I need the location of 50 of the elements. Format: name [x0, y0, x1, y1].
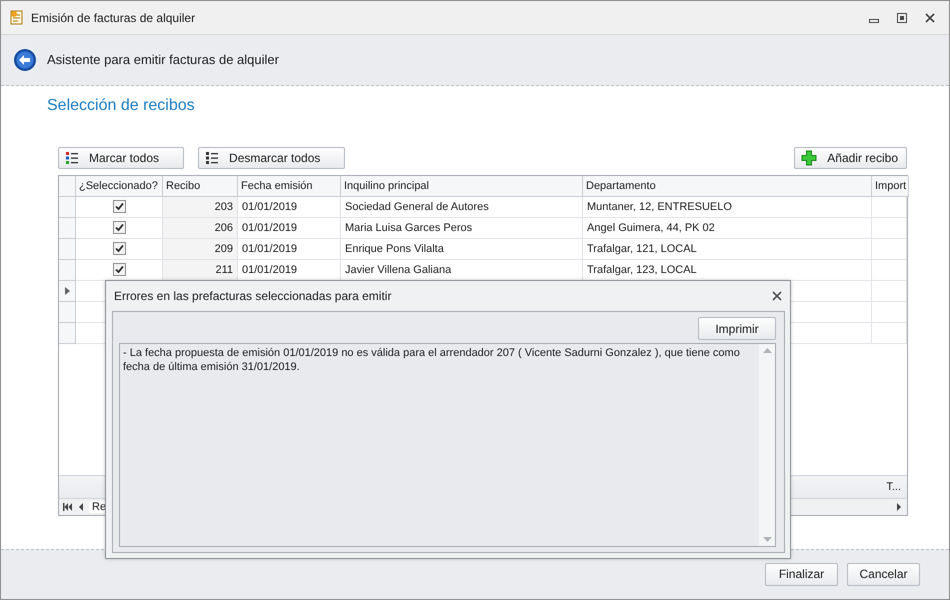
dialog-title: Errores en las prefacturas seleccionadas para emitir	[114, 289, 392, 303]
checkbox[interactable]	[112, 200, 126, 214]
column-header[interactable]: Departamento	[583, 176, 872, 197]
table-cell: Maria Luisa Garces Peros	[341, 218, 583, 239]
table-cell: 203	[163, 196, 238, 218]
next-icon[interactable]	[895, 502, 903, 511]
list-icon	[65, 150, 79, 165]
previous-icon[interactable]	[77, 502, 85, 511]
wizard-title: Asistente para emitir facturas de alquiler	[47, 52, 279, 68]
add-button[interactable]: Añadir recibo	[794, 146, 907, 169]
error-message: - La fecha propuesta de emisión 01/01/2019 no es válida para el arrendador 207 ( Vicente Sadurni Gonzalez ), que tiene como fecha de última emisión 31/01/2019.	[122, 346, 741, 375]
table-cell: Trafalgar, 123, LOCAL	[583, 260, 872, 281]
column-header[interactable]: Recibo	[163, 176, 238, 197]
footer-button[interactable]: Cancelar	[847, 562, 920, 586]
toolbar-button[interactable]: Marcar todos	[58, 146, 184, 169]
table-cell: 01/01/2019	[238, 196, 341, 218]
row-header[interactable]	[59, 280, 76, 302]
close-icon[interactable]	[925, 12, 935, 23]
checkbox[interactable]	[112, 221, 126, 234]
checkbox[interactable]	[112, 242, 126, 256]
table-cell: Angel Guimera, 44, PK 02	[583, 218, 872, 239]
table-cell: 01/01/2019	[238, 238, 341, 260]
footer-summary: T...	[886, 480, 901, 493]
table-cell: Sociedad General de Autores	[341, 196, 583, 218]
plus-icon	[801, 150, 818, 166]
list-icon	[205, 150, 220, 165]
print-button[interactable]: Imprimir	[698, 317, 776, 340]
footer-button[interactable]: Finalizar	[765, 562, 838, 586]
first-icon[interactable]	[63, 502, 73, 511]
maximize-icon[interactable]	[897, 12, 907, 23]
invoice-icon	[9, 10, 25, 26]
page-title: Selección de recibos	[47, 96, 196, 116]
window-title: Emisión de facturas de alquiler	[31, 10, 196, 25]
table-cell: Javier Villena Galiana	[341, 260, 583, 281]
table-cell: 01/01/2019	[238, 260, 341, 281]
column-header[interactable]: ¿Seleccionado?	[76, 176, 163, 197]
table-cell: Enrique Pons Vilalta	[341, 238, 583, 260]
column-header[interactable]: Inquilino principal	[341, 176, 583, 197]
close-icon[interactable]	[772, 291, 782, 301]
table-cell: Trafalgar, 121, LOCAL	[583, 238, 872, 260]
checkbox[interactable]	[112, 263, 126, 276]
column-header[interactable]: Import	[872, 176, 910, 197]
table-cell: Muntaner, 12, ENTRESUELO	[583, 196, 872, 218]
toolbar-button[interactable]: Desmarcar todos	[198, 146, 346, 169]
back-icon[interactable]	[13, 48, 37, 72]
table-cell: 211	[163, 260, 238, 281]
table-cell: 206	[163, 218, 238, 239]
table-cell: 209	[163, 238, 238, 260]
column-header[interactable]: Fecha emisión	[238, 176, 341, 197]
table-cell: 01/01/2019	[238, 218, 341, 239]
